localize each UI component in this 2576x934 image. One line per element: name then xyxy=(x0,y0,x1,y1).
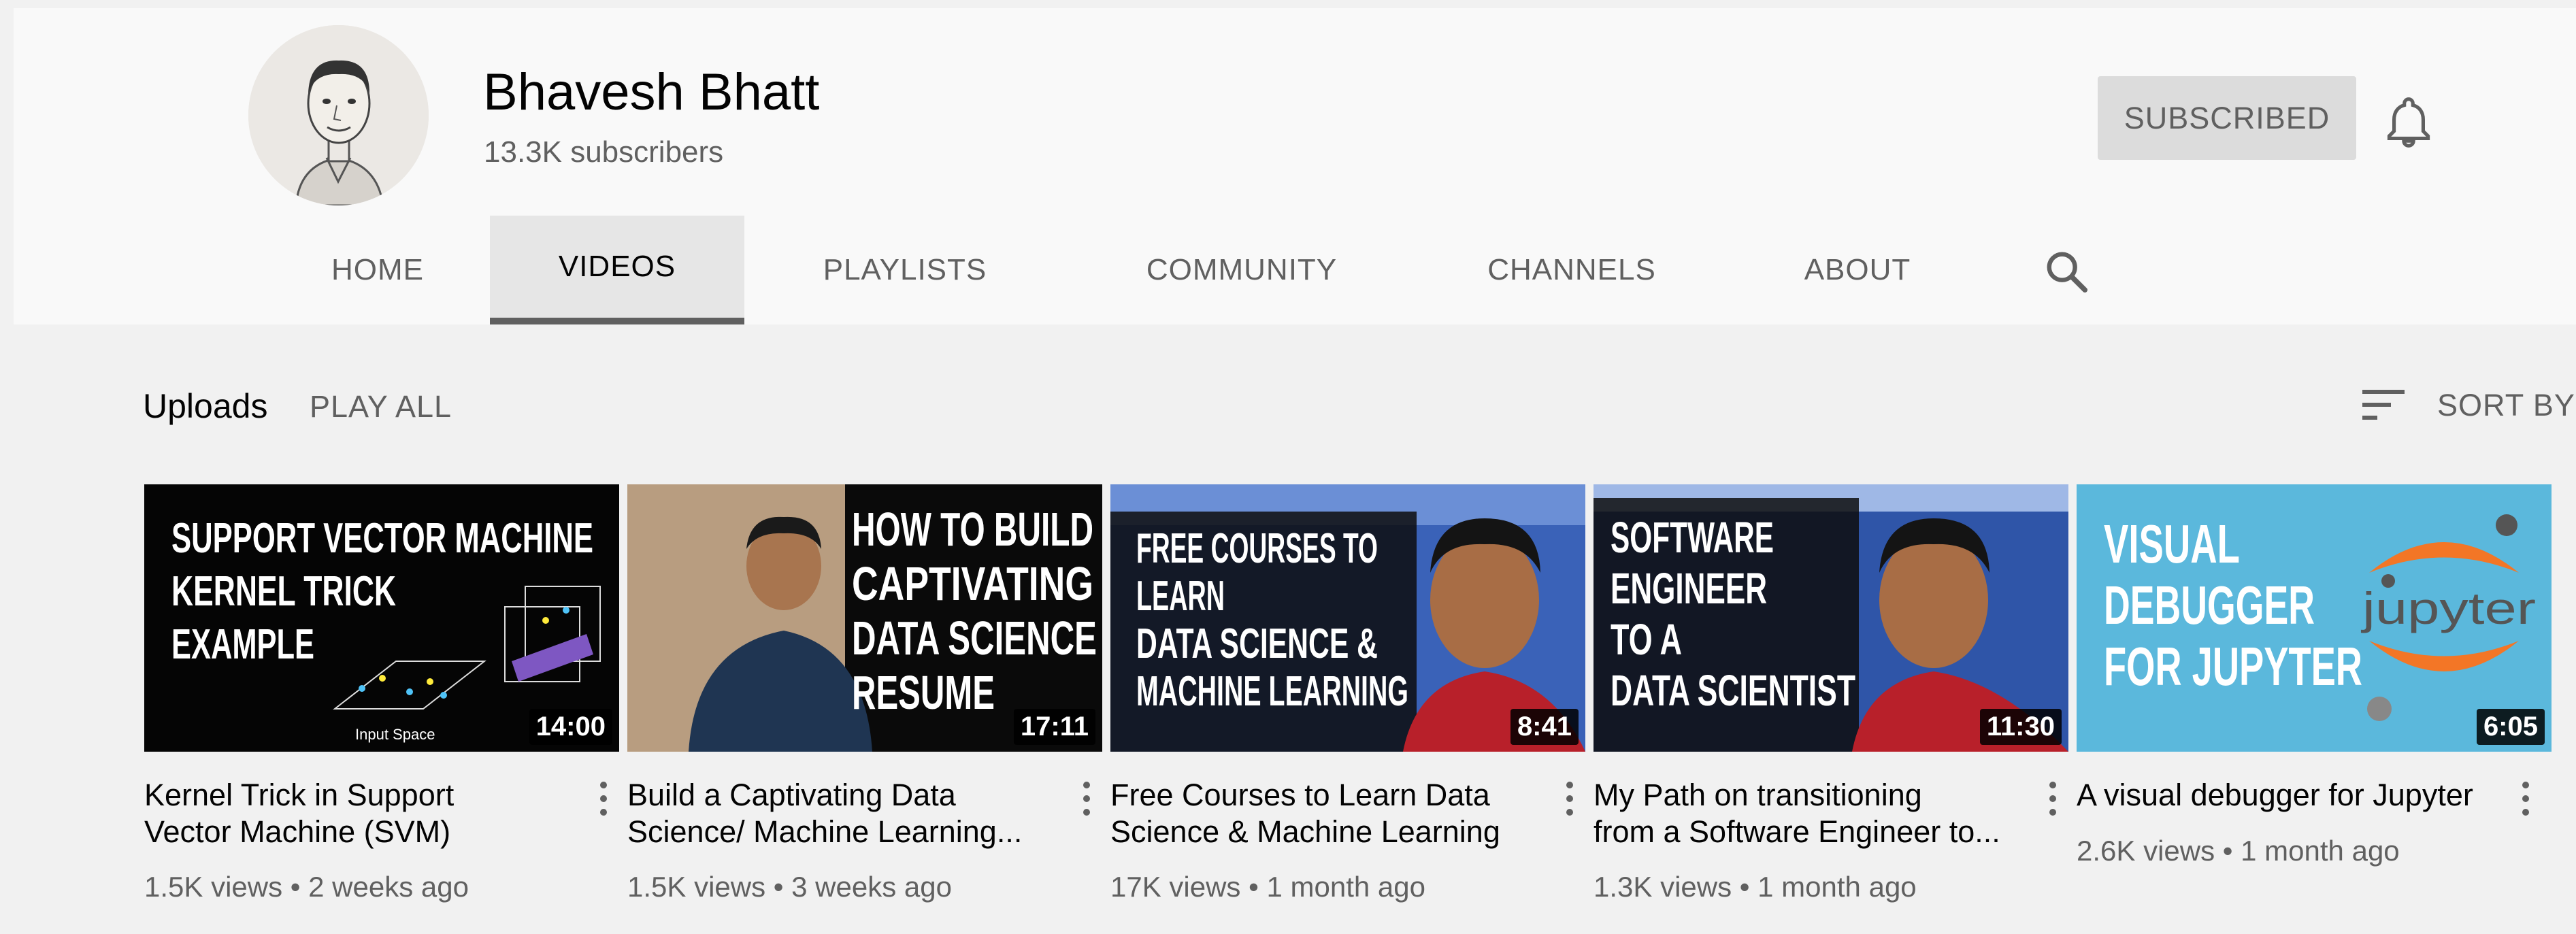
more-vert-icon[interactable] xyxy=(1076,777,1097,824)
bell-icon[interactable] xyxy=(2385,95,2432,150)
tab-channels[interactable]: CHANNELS xyxy=(1470,216,1674,324)
video-duration: 11:30 xyxy=(1979,709,2062,745)
thumb-caption: Input Space xyxy=(355,726,435,743)
thumb-text: MACHINE LEARNING xyxy=(1136,668,1408,715)
thumb-text: HOW TO BUILD xyxy=(852,503,1093,556)
video-thumbnail[interactable]: FREE COURSES TO LEARN DATA SCIENCE & MAC… xyxy=(1110,484,1585,752)
thumb-text: TO A xyxy=(1611,615,1682,664)
search-icon[interactable] xyxy=(2043,248,2091,296)
subscribed-button[interactable]: SUBSCRIBED xyxy=(2098,76,2356,160)
video-card[interactable]: VISUAL DEBUGGER FOR JUPYTER jupyter 6:05… xyxy=(2077,484,2553,867)
tab-about[interactable]: ABOUT xyxy=(1783,216,1932,324)
video-meta: 17K views • 1 month ago xyxy=(1110,871,1425,903)
video-title[interactable]: Kernel Trick in Support Vector Machine (S… xyxy=(144,777,552,850)
thumb-text: LEARN xyxy=(1136,573,1225,620)
video-card[interactable]: SUPPORT VECTOR MACHINE KERNEL TRICK EXAM… xyxy=(144,484,621,903)
video-card[interactable]: HOW TO BUILD CAPTIVATING DATA SCIENCE RE… xyxy=(627,484,1104,903)
sort-by-button[interactable]: SORT BY xyxy=(2437,388,2575,423)
more-vert-icon[interactable] xyxy=(2043,777,2063,824)
video-title[interactable]: A visual debugger for Jupyter xyxy=(2077,777,2512,814)
thumb-text: FOR JUPYTER xyxy=(2104,636,2362,697)
thumb-text: FREE COURSES TO xyxy=(1136,525,1378,572)
video-meta: 1.5K views • 2 weeks ago xyxy=(144,871,469,903)
thumb-text: DEBUGGER xyxy=(2104,575,2315,635)
thumb-text: VISUAL xyxy=(2104,514,2240,574)
video-thumbnail[interactable]: SUPPORT VECTOR MACHINE KERNEL TRICK EXAM… xyxy=(144,484,619,752)
video-duration: 8:41 xyxy=(1510,709,1579,745)
thumb-text: KERNEL TRICK xyxy=(171,568,396,615)
thumb-text: SOFTWARE xyxy=(1611,513,1774,562)
video-meta: 1.5K views • 3 weeks ago xyxy=(627,871,952,903)
thumb-text: SUPPORT VECTOR MACHINE xyxy=(171,515,593,562)
video-title[interactable]: Free Courses to Learn Data Science & Mach… xyxy=(1110,777,1519,850)
tab-videos[interactable]: VIDEOS xyxy=(490,216,744,324)
thumb-text: DATA SCIENCE & xyxy=(1136,620,1378,667)
tab-home[interactable]: HOME xyxy=(299,216,456,324)
video-thumbnail[interactable]: SOFTWARE ENGINEER TO A DATA SCIENTIST 11… xyxy=(1594,484,2068,752)
video-meta: 2.6K views • 1 month ago xyxy=(2077,835,2400,867)
video-duration: 17:11 xyxy=(1013,709,1095,745)
video-title[interactable]: My Path on transitioning from a Software … xyxy=(1594,777,2002,850)
thumb-text: EXAMPLE xyxy=(171,621,314,668)
thumb-text: RESUME xyxy=(852,666,995,719)
more-vert-icon[interactable] xyxy=(1559,777,1580,824)
video-card[interactable]: FREE COURSES TO LEARN DATA SCIENCE & MAC… xyxy=(1110,484,1587,903)
channel-header: Bhavesh Bhatt 13.3K subscribers SUBSCRIB… xyxy=(14,8,2576,324)
thumb-text: DATA SCIENTIST xyxy=(1611,666,1855,715)
uploads-heading: Uploads xyxy=(143,387,268,425)
thumb-text: CAPTIVATING xyxy=(852,557,1093,610)
video-card[interactable]: SOFTWARE ENGINEER TO A DATA SCIENTIST 11… xyxy=(1594,484,2070,903)
tab-community[interactable]: COMMUNITY xyxy=(1129,216,1354,324)
tab-playlists[interactable]: PLAYLISTS xyxy=(803,216,1007,324)
subscriber-count: 13.3K subscribers xyxy=(484,135,724,169)
jupyter-logo: jupyter xyxy=(2360,583,2536,633)
video-duration: 6:05 xyxy=(2476,709,2545,745)
sort-icon[interactable] xyxy=(2361,384,2409,425)
video-thumbnail[interactable]: VISUAL DEBUGGER FOR JUPYTER jupyter 6:05 xyxy=(2077,484,2552,752)
more-vert-icon[interactable] xyxy=(593,777,614,824)
play-all-button[interactable]: PLAY ALL xyxy=(310,389,452,424)
more-vert-icon[interactable] xyxy=(2515,777,2536,824)
video-title[interactable]: Build a Captivating Data Science/ Machine… xyxy=(627,777,1036,850)
channel-avatar[interactable] xyxy=(248,25,429,205)
thumb-text: ENGINEER xyxy=(1611,564,1767,613)
thumb-text: DATA SCIENCE xyxy=(852,612,1097,665)
video-duration: 14:00 xyxy=(529,709,612,745)
video-meta: 1.3K views • 1 month ago xyxy=(1594,871,1917,903)
channel-name: Bhavesh Bhatt xyxy=(483,63,820,121)
video-thumbnail[interactable]: HOW TO BUILD CAPTIVATING DATA SCIENCE RE… xyxy=(627,484,1102,752)
